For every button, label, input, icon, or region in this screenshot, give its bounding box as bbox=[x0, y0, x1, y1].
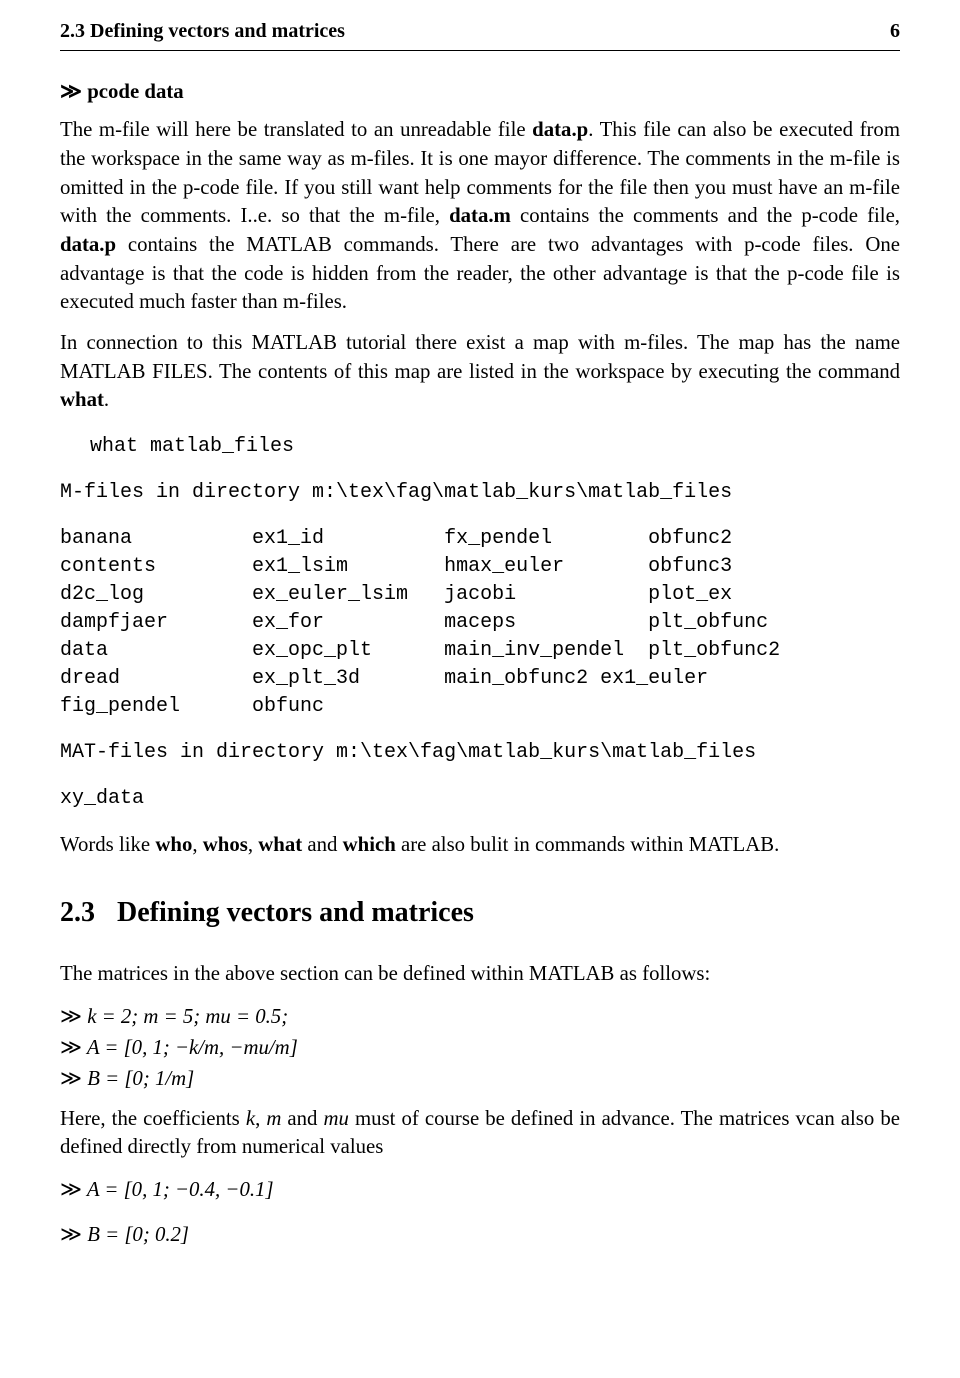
code-output-matfiles: xy_data bbox=[60, 785, 900, 813]
prompt-icon: ≫ bbox=[60, 1066, 80, 1090]
prompt-icon: ≫ bbox=[60, 1177, 80, 1201]
cmd-what-2: what bbox=[258, 833, 302, 856]
running-header: 2.3 Defining vectors and matrices 6 bbox=[60, 18, 900, 51]
code-cmd: what matlab_files bbox=[78, 433, 900, 461]
header-page-number: 6 bbox=[890, 18, 900, 46]
paragraph-2: In connection to this MATLAB tutorial th… bbox=[60, 329, 900, 415]
code-output-header-1: M-files in directory m:\tex\fag\matlab_k… bbox=[60, 479, 900, 507]
var-k: k bbox=[246, 1107, 255, 1130]
math-block-1: ≫ k = 2; m = 5; mu = 0.5; ≫ A = [0, 1; −… bbox=[60, 1001, 900, 1094]
page: 2.3 Defining vectors and matrices 6 ≫ pc… bbox=[0, 0, 960, 1378]
prompt-icon: ≫ bbox=[60, 1222, 80, 1246]
paragraph-1: The m-file will here be translated to an… bbox=[60, 116, 900, 317]
code-output-table: banana ex1_id fx_pendel obfunc2 contents… bbox=[60, 525, 900, 721]
code-output-header-2: MAT-files in directory m:\tex\fag\matlab… bbox=[60, 739, 900, 767]
command-line: ≫ pcode data bbox=[60, 77, 900, 107]
paragraph-3: Words like who, whos, what and which are… bbox=[60, 831, 900, 860]
var-m: m bbox=[266, 1107, 281, 1130]
math-line: ≫ k = 2; m = 5; mu = 0.5; bbox=[60, 1001, 900, 1032]
math-line: ≫ A = [0, 1; −k/m, −mu/m] bbox=[60, 1032, 900, 1063]
math-line: ≫ B = [0; 0.2] bbox=[60, 1219, 900, 1250]
paragraph-4: The matrices in the above section can be… bbox=[60, 960, 900, 989]
cmd-what: what bbox=[60, 388, 104, 411]
header-section: 2.3 Defining vectors and matrices bbox=[60, 18, 345, 46]
var-mu: mu bbox=[324, 1107, 349, 1130]
section-number: 2.3 bbox=[60, 897, 95, 928]
section-heading: 2.3 Defining vectors and matrices bbox=[60, 894, 900, 933]
filename-data-p-2: data.p bbox=[60, 233, 116, 256]
math-line: ≫ A = [0, 1; −0.4, −0.1] bbox=[60, 1174, 900, 1205]
filename-data-m: data.m bbox=[449, 204, 511, 227]
cmd-whos: whos bbox=[203, 833, 248, 856]
command-text: pcode data bbox=[87, 80, 183, 103]
math-block-2: ≫ A = [0, 1; −0.4, −0.1] ≫ B = [0; 0.2] bbox=[60, 1174, 900, 1250]
paragraph-5: Here, the coefficients k, m and mu must … bbox=[60, 1105, 900, 1162]
cmd-who: who bbox=[155, 833, 192, 856]
filename-data-p: data.p bbox=[532, 118, 588, 141]
prompt-icon: ≫ bbox=[60, 79, 80, 103]
prompt-icon: ≫ bbox=[60, 1004, 80, 1028]
cmd-which: which bbox=[343, 833, 396, 856]
math-line: ≫ B = [0; 1/m] bbox=[60, 1063, 900, 1094]
section-title: Defining vectors and matrices bbox=[117, 897, 474, 928]
prompt-icon: ≫ bbox=[60, 1035, 80, 1059]
